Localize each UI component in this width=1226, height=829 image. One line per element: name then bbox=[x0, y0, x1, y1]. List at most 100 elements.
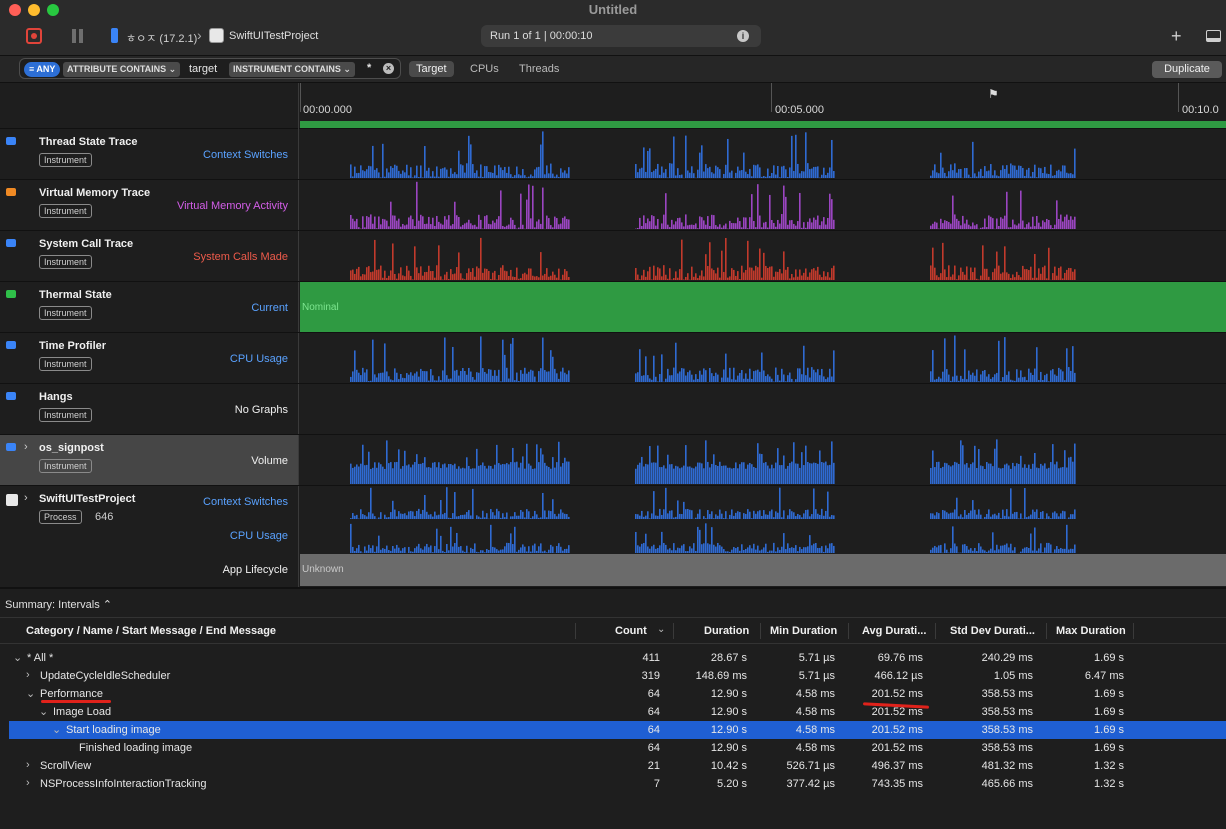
column-header-std-dev-duration[interactable]: Std Dev Durati... bbox=[950, 625, 1035, 637]
add-instrument-button[interactable]: + bbox=[1171, 26, 1182, 47]
activity-bar bbox=[1074, 216, 1076, 229]
activity-bar bbox=[538, 546, 540, 553]
activity-bar bbox=[669, 163, 671, 178]
activity-bar bbox=[966, 266, 968, 280]
track-hangs[interactable]: Hangs Instrument No Graphs bbox=[0, 384, 1226, 435]
column-divider[interactable] bbox=[673, 623, 674, 639]
table-row[interactable]: ⌄ Performance 64 12.90 s 4.58 ms 201.52 ms 358… bbox=[9, 685, 1226, 703]
disclosure-expanded-icon[interactable]: ⌄ bbox=[13, 651, 22, 664]
activity-bar bbox=[791, 220, 793, 229]
column-divider[interactable] bbox=[848, 623, 849, 639]
column-header-duration[interactable]: Duration bbox=[704, 625, 749, 637]
column-divider[interactable] bbox=[1046, 623, 1047, 639]
track-system-call-trace[interactable]: System Call Trace Instrument System Call… bbox=[0, 231, 1226, 282]
activity-bar bbox=[988, 509, 990, 519]
disclosure-collapsed-icon[interactable]: › bbox=[26, 669, 30, 681]
activity-bar bbox=[366, 216, 368, 229]
column-divider[interactable] bbox=[760, 623, 761, 639]
table-row[interactable]: › NSProcessInfoInteractionTracking 7 5.20 s… bbox=[9, 775, 1226, 793]
column-divider[interactable] bbox=[575, 623, 576, 639]
activity-bar bbox=[538, 277, 540, 280]
track-virtual-memory-trace[interactable]: Virtual Memory Trace Instrument Virtual … bbox=[0, 180, 1226, 231]
table-row[interactable]: Finished loading image 64 12.90 s 4.58 ms 20… bbox=[9, 739, 1226, 757]
disclosure-expanded-icon[interactable]: ⌄ bbox=[39, 705, 48, 718]
activity-bar bbox=[777, 219, 779, 229]
record-button[interactable] bbox=[26, 28, 42, 44]
activity-bar bbox=[980, 227, 982, 229]
info-icon[interactable]: i bbox=[737, 30, 749, 42]
activity-bar bbox=[777, 547, 779, 553]
tab-target[interactable]: Target bbox=[409, 61, 454, 77]
table-row[interactable]: › UpdateCycleIdleScheduler 319 148.69 ms 5.7… bbox=[9, 667, 1226, 685]
flag-icon[interactable]: ⚑ bbox=[988, 87, 999, 101]
column-header-count[interactable]: Count bbox=[615, 625, 647, 637]
activity-bar bbox=[452, 546, 454, 553]
column-divider[interactable] bbox=[1133, 623, 1134, 639]
attribute-contains-token[interactable]: ATTRIBUTE CONTAINS ⌄ bbox=[63, 62, 181, 77]
instrument-contains-token[interactable]: INSTRUMENT CONTAINS ⌄ bbox=[229, 62, 355, 77]
activity-bar bbox=[416, 181, 418, 229]
activity-bar bbox=[372, 223, 374, 229]
activity-bar bbox=[550, 350, 552, 382]
activity-bar bbox=[562, 367, 564, 382]
device-selector[interactable]: ㅎㅇㅈ (17.2.1) bbox=[126, 30, 197, 46]
track-thermal-state[interactable]: Thermal State Instrument Current Nominal bbox=[0, 282, 1226, 333]
activity-bar bbox=[410, 275, 412, 280]
activity-bar bbox=[1006, 543, 1008, 553]
tab-threads[interactable]: Threads bbox=[512, 61, 566, 77]
activity-bar bbox=[685, 551, 687, 553]
disclosure-expanded-icon[interactable]: ⌄ bbox=[26, 687, 35, 700]
disclosure-collapsed-icon[interactable]: › bbox=[26, 759, 30, 771]
track-swiftuitestproject[interactable]: › SwiftUITestProject Process 646 Context… bbox=[0, 486, 1226, 588]
chevron-right-icon[interactable]: › bbox=[24, 441, 28, 453]
tab-cpus[interactable]: CPUs bbox=[463, 61, 506, 77]
activity-bar bbox=[1072, 461, 1074, 484]
filter-field[interactable]: ≡ ANY ATTRIBUTE CONTAINS ⌄ target INSTRU… bbox=[19, 58, 401, 79]
activity-bar bbox=[1008, 273, 1010, 280]
activity-bar bbox=[542, 454, 544, 484]
activity-bar bbox=[498, 463, 500, 484]
column-header-name[interactable]: Category / Name / Start Message / End Me… bbox=[26, 625, 276, 637]
activity-bar bbox=[1036, 177, 1038, 178]
activity-bar bbox=[440, 223, 442, 229]
track-os-signpost[interactable]: › os_signpost Instrument Volume bbox=[0, 435, 1226, 486]
table-row[interactable]: ⌄ Image Load 64 12.90 s 4.58 ms 201.52 ms 358.… bbox=[9, 703, 1226, 721]
activity-bar bbox=[370, 468, 372, 484]
attribute-filter-value[interactable]: target bbox=[189, 63, 217, 75]
activity-bar bbox=[428, 216, 430, 229]
target-app-selector[interactable]: SwiftUITestProject bbox=[229, 30, 318, 42]
column-divider[interactable] bbox=[935, 623, 936, 639]
activity-bar bbox=[360, 165, 362, 178]
table-row[interactable]: › ScrollView 21 10.42 s 526.71 µs 496.37 ms 48… bbox=[9, 757, 1226, 775]
activity-bar bbox=[717, 167, 719, 178]
activity-bar bbox=[408, 374, 410, 382]
disclosure-collapsed-icon[interactable]: › bbox=[26, 777, 30, 789]
instrument-filter-value[interactable]: * bbox=[367, 62, 371, 74]
activity-bar bbox=[962, 378, 964, 382]
activity-bar bbox=[683, 501, 685, 519]
activity-bar bbox=[558, 441, 560, 484]
clear-filter-icon[interactable]: × bbox=[383, 63, 394, 74]
activity-bar bbox=[639, 349, 641, 382]
disclosure-expanded-icon[interactable]: ⌄ bbox=[52, 723, 61, 736]
timeline-ruler[interactable]: 00:00.000 00:05.000 00:10.0 ⚑ bbox=[0, 83, 1226, 129]
column-header-max-duration[interactable]: Max Duration bbox=[1056, 625, 1126, 637]
pause-button[interactable] bbox=[72, 29, 84, 43]
summary-selector[interactable]: Summary: Intervals ⌃ bbox=[5, 598, 112, 611]
duplicate-button[interactable]: Duplicate bbox=[1152, 61, 1222, 78]
track-time-profiler[interactable]: Time Profiler Instrument CPU Usage bbox=[0, 333, 1226, 384]
activity-bar bbox=[773, 517, 775, 519]
track-thread-state-trace[interactable]: Thread State Trace Instrument Context Sw… bbox=[0, 129, 1226, 180]
chevron-right-icon[interactable]: › bbox=[24, 492, 28, 504]
toggle-inspector-icon[interactable] bbox=[1206, 30, 1221, 42]
activity-bar bbox=[1002, 218, 1004, 229]
sort-descending-icon[interactable]: ⌄ bbox=[657, 624, 665, 635]
any-token[interactable]: ≡ ANY bbox=[24, 62, 61, 77]
activity-bar bbox=[673, 367, 675, 382]
activity-bar bbox=[725, 223, 727, 229]
activity-bar bbox=[568, 461, 570, 484]
column-header-avg-duration[interactable]: Avg Durati... bbox=[862, 625, 926, 637]
table-row[interactable]: ⌄ Start loading image 64 12.90 s 4.58 ms 201.… bbox=[9, 721, 1226, 739]
table-row[interactable]: ⌄ * All * 411 28.67 s 5.71 µs 69.76 ms 240.29 … bbox=[9, 649, 1226, 667]
column-header-min-duration[interactable]: Min Duration bbox=[770, 625, 837, 637]
